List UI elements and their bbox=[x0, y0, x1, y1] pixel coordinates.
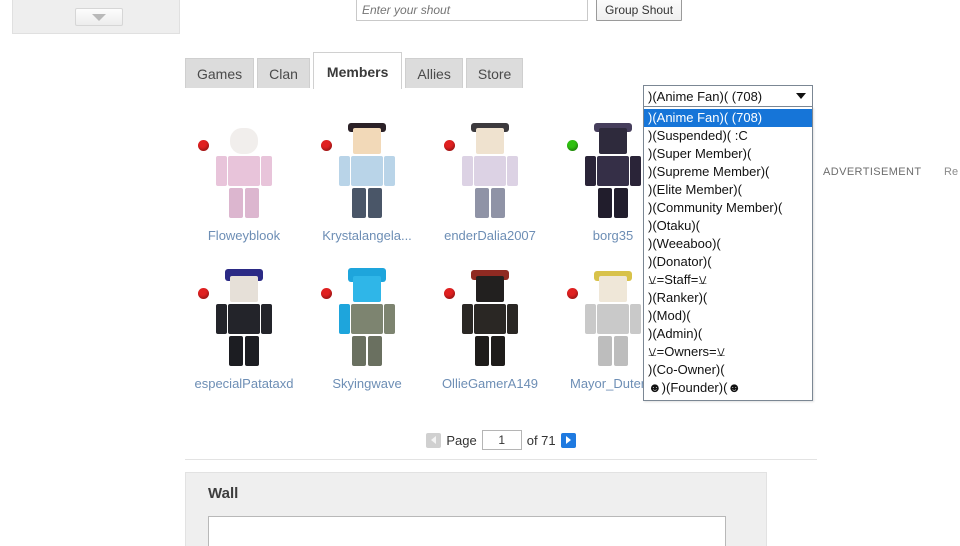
triangle-right-icon bbox=[565, 436, 571, 444]
member-name-link[interactable]: especialPatataxd bbox=[185, 376, 303, 391]
member-name-link[interactable]: Skyingwave bbox=[308, 376, 426, 391]
role-option[interactable]: )(Mod)( bbox=[644, 307, 812, 325]
status-dot-offline-icon bbox=[567, 288, 578, 299]
avatar-figure-icon bbox=[460, 123, 520, 222]
triangle-left-icon bbox=[431, 436, 437, 444]
page-number-input[interactable] bbox=[481, 430, 522, 450]
role-option[interactable]: )(Otaku)( bbox=[644, 217, 812, 235]
avatar[interactable] bbox=[308, 118, 426, 222]
avatar-figure-icon bbox=[337, 123, 397, 222]
chevron-down-icon bbox=[92, 13, 106, 21]
member-card[interactable]: enderDalia2007 bbox=[431, 118, 549, 266]
status-dot-offline-icon bbox=[444, 140, 455, 151]
role-option[interactable]: )(Elite Member)( bbox=[644, 181, 812, 199]
avatar-figure-icon bbox=[214, 269, 274, 370]
member-card[interactable]: Krystalangela... bbox=[308, 118, 426, 266]
role-select-value: )(Anime Fan)( (708) bbox=[648, 88, 763, 104]
avatar-figure-icon bbox=[460, 270, 520, 370]
section-divider bbox=[185, 459, 817, 460]
role-option[interactable]: )(Community Member)( bbox=[644, 199, 812, 217]
tab-clan[interactable]: Clan bbox=[257, 58, 310, 89]
pagination: Page of 71 bbox=[185, 430, 817, 450]
page-label: Page bbox=[446, 432, 477, 448]
left-side-panel bbox=[12, 0, 180, 34]
role-option[interactable]: )(Super Member)( bbox=[644, 145, 812, 163]
page-total-label: of 71 bbox=[526, 432, 556, 448]
status-dot-offline-icon bbox=[198, 288, 209, 299]
role-option[interactable]: )(Co-Owner)( bbox=[644, 361, 812, 379]
role-option[interactable]: )(Admin)( bbox=[644, 325, 812, 343]
avatar-figure-icon bbox=[583, 123, 643, 222]
member-name-link[interactable]: Floweyblook bbox=[185, 228, 303, 243]
tab-allies[interactable]: Allies bbox=[405, 58, 463, 89]
advertisement-label: ADVERTISEMENT bbox=[823, 166, 922, 178]
member-name-link[interactable]: OllieGamerA149 bbox=[431, 376, 549, 391]
avatar-figure-icon bbox=[337, 268, 397, 370]
tab-games[interactable]: Games bbox=[185, 58, 255, 89]
wall-post-input[interactable] bbox=[208, 516, 726, 546]
wall-title: Wall bbox=[208, 485, 239, 502]
role-option[interactable]: )(Donator)( bbox=[644, 253, 812, 271]
role-option[interactable]: )(Ranker)( bbox=[644, 289, 812, 307]
avatar[interactable] bbox=[185, 118, 303, 222]
role-option[interactable]: )(Weeaboo)( bbox=[644, 235, 812, 253]
avatar[interactable] bbox=[185, 266, 303, 370]
role-option-list[interactable]: )(Anime Fan)( (708))(Suspended)( :C)(Sup… bbox=[643, 107, 813, 401]
role-option[interactable]: )(Anime Fan)( (708) bbox=[644, 109, 812, 127]
status-dot-offline-icon bbox=[321, 140, 332, 151]
next-page-button[interactable] bbox=[560, 432, 576, 448]
avatar[interactable] bbox=[308, 266, 426, 370]
tab-store[interactable]: Store bbox=[465, 58, 524, 89]
avatar-figure-icon bbox=[214, 126, 274, 222]
page-root: Group Shout Games Clan Members Allies St… bbox=[0, 0, 960, 546]
member-name-link[interactable]: Krystalangela... bbox=[308, 228, 426, 243]
group-tabs: Games Clan Members Allies Store bbox=[185, 47, 526, 89]
member-card[interactable]: OllieGamerA149 bbox=[431, 266, 549, 414]
role-option[interactable]: ⚺=Staff=⚺ bbox=[644, 271, 812, 289]
role-filter-dropdown[interactable]: )(Anime Fan)( (708) )(Anime Fan)( (708))… bbox=[643, 85, 813, 401]
tab-members[interactable]: Members bbox=[312, 52, 403, 89]
avatar[interactable] bbox=[431, 118, 549, 222]
member-card[interactable]: especialPatataxd bbox=[185, 266, 303, 414]
avatar-figure-icon bbox=[583, 271, 643, 370]
right-rail-cut-text: Re bbox=[944, 166, 959, 178]
role-option[interactable]: )(Suspended)( :C bbox=[644, 127, 812, 145]
member-card[interactable]: Floweyblook bbox=[185, 118, 303, 266]
role-option[interactable]: ☻)(Founder)(☻ bbox=[644, 379, 812, 397]
wall-section: Wall bbox=[185, 472, 767, 546]
status-dot-offline-icon bbox=[444, 288, 455, 299]
status-dot-online-icon bbox=[567, 140, 578, 151]
previous-page-button[interactable] bbox=[426, 432, 442, 448]
collapse-toggle-button[interactable] bbox=[75, 8, 123, 26]
member-name-link[interactable]: enderDalia2007 bbox=[431, 228, 549, 243]
status-dot-offline-icon bbox=[198, 140, 209, 151]
member-card[interactable]: Skyingwave bbox=[308, 266, 426, 414]
role-option[interactable]: ⚺=Owners=⚺ bbox=[644, 343, 812, 361]
role-select-box[interactable]: )(Anime Fan)( (708) bbox=[643, 85, 813, 107]
chevron-down-icon bbox=[796, 93, 806, 99]
avatar[interactable] bbox=[431, 266, 549, 370]
role-option[interactable]: )(Supreme Member)( bbox=[644, 163, 812, 181]
status-dot-offline-icon bbox=[321, 288, 332, 299]
